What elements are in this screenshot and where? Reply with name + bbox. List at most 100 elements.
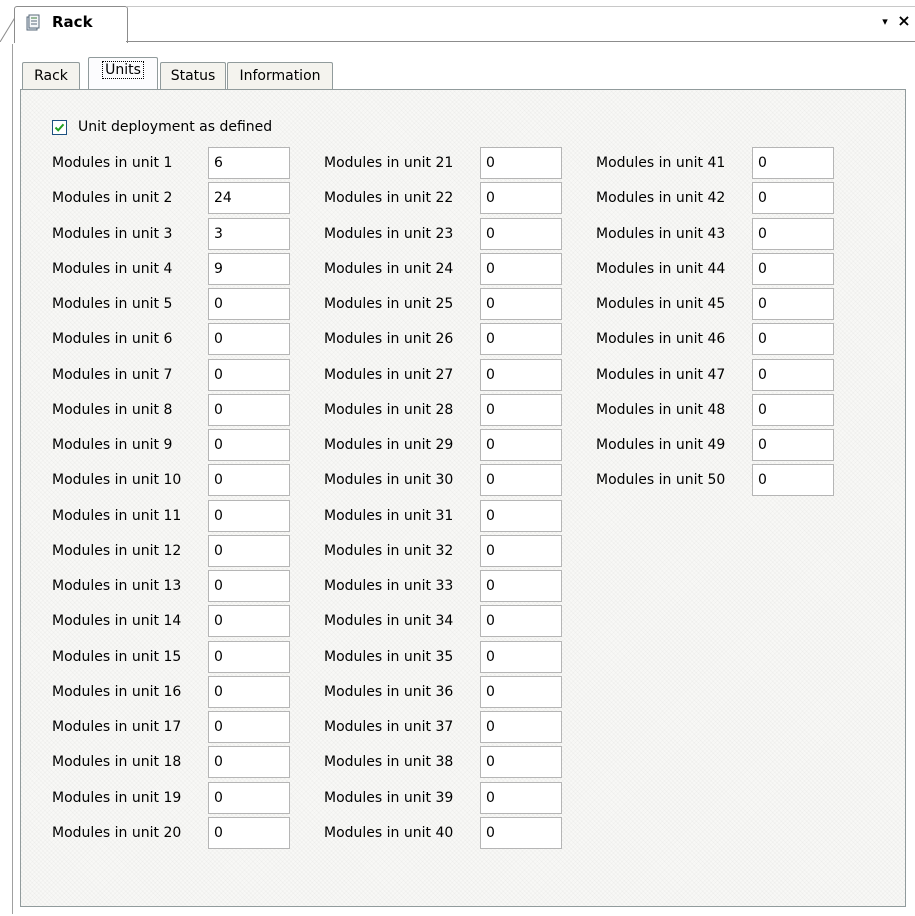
modules-in-unit-21-input[interactable]	[480, 147, 562, 179]
modules-in-unit-19-input[interactable]	[208, 782, 290, 814]
modules-in-unit-32-label: Modules in unit 32	[324, 542, 454, 559]
tab-units-label: Units	[102, 61, 144, 79]
modules-in-unit-48-label: Modules in unit 48	[596, 401, 726, 418]
modules-in-unit-12-label: Modules in unit 12	[52, 542, 182, 559]
modules-in-unit-48-input[interactable]	[752, 394, 834, 426]
tab-rack[interactable]: Rack	[22, 62, 80, 89]
modules-in-unit-28-input[interactable]	[480, 394, 562, 426]
modules-in-unit-1-input[interactable]	[208, 147, 290, 179]
modules-in-unit-41-label: Modules in unit 41	[596, 155, 726, 171]
modules-in-unit-25-input[interactable]	[480, 288, 562, 320]
modules-in-unit-13-label: Modules in unit 13	[52, 578, 182, 594]
tab-information[interactable]: Information	[227, 62, 333, 89]
tab-strip-top-border	[126, 6, 915, 7]
modules-in-unit-34-input[interactable]	[480, 605, 562, 637]
modules-in-unit-10-input[interactable]	[208, 464, 290, 496]
modules-in-unit-9-label: Modules in unit 9	[52, 437, 173, 453]
modules-in-unit-7-input[interactable]	[208, 359, 290, 391]
modules-in-unit-15-input[interactable]	[208, 641, 290, 673]
modules-in-unit-49-label: Modules in unit 49	[596, 437, 726, 453]
modules-in-unit-41-input[interactable]	[752, 147, 834, 179]
modules-in-unit-4-label: Modules in unit 4	[52, 260, 173, 277]
modules-in-unit-3-input[interactable]	[208, 218, 290, 250]
modules-in-unit-46-input[interactable]	[752, 323, 834, 355]
modules-in-unit-4-input[interactable]	[208, 253, 290, 285]
modules-in-unit-3-label: Modules in unit 3	[52, 225, 173, 242]
modules-in-unit-47-label: Modules in unit 47	[596, 366, 726, 383]
modules-in-unit-7-label: Modules in unit 7	[52, 366, 173, 383]
modules-in-unit-45-input[interactable]	[752, 288, 834, 320]
modules-in-unit-43-input[interactable]	[752, 218, 834, 250]
modules-in-unit-35-input[interactable]	[480, 641, 562, 673]
modules-in-unit-47-input[interactable]	[752, 359, 834, 391]
modules-in-unit-12-input[interactable]	[208, 535, 290, 567]
modules-in-unit-23-input[interactable]	[480, 218, 562, 250]
modules-in-unit-32-input[interactable]	[480, 535, 562, 567]
modules-in-unit-26-label: Modules in unit 26	[324, 331, 454, 348]
modules-in-unit-50-label: Modules in unit 50	[596, 472, 726, 489]
modules-in-unit-8-input[interactable]	[208, 394, 290, 426]
modules-in-unit-8-label: Modules in unit 8	[52, 401, 173, 418]
modules-in-unit-42-input[interactable]	[752, 182, 834, 214]
modules-in-unit-26-input[interactable]	[480, 323, 562, 355]
modules-in-unit-36-input[interactable]	[480, 676, 562, 708]
modules-in-unit-38-input[interactable]	[480, 746, 562, 778]
modules-in-unit-9-input[interactable]	[208, 429, 290, 461]
modules-in-unit-6-label: Modules in unit 6	[52, 331, 173, 348]
modules-in-unit-30-label: Modules in unit 30	[324, 472, 454, 489]
modules-in-unit-49-input[interactable]	[752, 429, 834, 461]
modules-in-unit-37-input[interactable]	[480, 711, 562, 743]
modules-in-unit-14-input[interactable]	[208, 605, 290, 637]
modules-in-unit-20-label: Modules in unit 20	[52, 824, 182, 841]
window-position-dropdown-icon[interactable]: ▾	[878, 14, 892, 30]
modules-in-unit-50-input[interactable]	[752, 464, 834, 496]
modules-in-unit-15-label: Modules in unit 15	[52, 648, 182, 665]
modules-in-unit-1-label: Modules in unit 1	[52, 155, 173, 171]
modules-in-unit-33-input[interactable]	[480, 570, 562, 602]
modules-in-unit-13-input[interactable]	[208, 570, 290, 602]
modules-in-unit-6-input[interactable]	[208, 323, 290, 355]
modules-in-unit-39-input[interactable]	[480, 782, 562, 814]
modules-in-unit-30-input[interactable]	[480, 464, 562, 496]
tab-rack-label: Rack	[34, 68, 68, 84]
modules-in-unit-16-input[interactable]	[208, 676, 290, 708]
modules-in-unit-28-label: Modules in unit 28	[324, 401, 454, 418]
modules-in-unit-24-input[interactable]	[480, 253, 562, 285]
modules-in-unit-46-label: Modules in unit 46	[596, 331, 726, 348]
modules-in-unit-2-label: Modules in unit 2	[52, 190, 173, 207]
modules-in-unit-22-label: Modules in unit 22	[324, 190, 454, 207]
modules-in-unit-43-label: Modules in unit 43	[596, 225, 726, 242]
checkmark-icon	[54, 123, 65, 132]
unit-deployment-checkbox[interactable]	[52, 120, 67, 135]
modules-in-unit-22-input[interactable]	[480, 182, 562, 214]
modules-in-unit-5-input[interactable]	[208, 288, 290, 320]
tab-units[interactable]: Units	[88, 57, 158, 89]
modules-in-unit-11-input[interactable]	[208, 500, 290, 532]
modules-in-unit-40-input[interactable]	[480, 817, 562, 849]
modules-in-unit-33-label: Modules in unit 33	[324, 578, 454, 594]
tab-strip-bottom-border	[126, 41, 915, 42]
modules-in-unit-29-input[interactable]	[480, 429, 562, 461]
modules-in-unit-23-label: Modules in unit 23	[324, 225, 454, 242]
modules-in-unit-42-label: Modules in unit 42	[596, 190, 726, 207]
modules-in-unit-11-label: Modules in unit 11	[52, 507, 182, 524]
modules-in-unit-17-input[interactable]	[208, 711, 290, 743]
modules-in-unit-20-input[interactable]	[208, 817, 290, 849]
modules-in-unit-37-label: Modules in unit 37	[324, 719, 454, 735]
modules-in-unit-31-input[interactable]	[480, 500, 562, 532]
modules-in-unit-35-label: Modules in unit 35	[324, 648, 454, 665]
modules-in-unit-45-label: Modules in unit 45	[596, 296, 726, 312]
modules-in-unit-18-label: Modules in unit 18	[52, 754, 182, 771]
modules-in-unit-10-label: Modules in unit 10	[52, 472, 182, 489]
modules-in-unit-27-input[interactable]	[480, 359, 562, 391]
tab-status[interactable]: Status	[160, 62, 226, 89]
unit-deployment-label: Unit deployment as defined	[78, 119, 273, 135]
rack-document-icon	[24, 14, 42, 32]
tab-information-label: Information	[239, 68, 321, 84]
close-icon[interactable]: ×	[896, 12, 912, 30]
modules-in-unit-31-label: Modules in unit 31	[324, 507, 454, 524]
modules-in-unit-2-input[interactable]	[208, 182, 290, 214]
modules-in-unit-17-label: Modules in unit 17	[52, 719, 182, 735]
modules-in-unit-44-input[interactable]	[752, 253, 834, 285]
modules-in-unit-18-input[interactable]	[208, 746, 290, 778]
